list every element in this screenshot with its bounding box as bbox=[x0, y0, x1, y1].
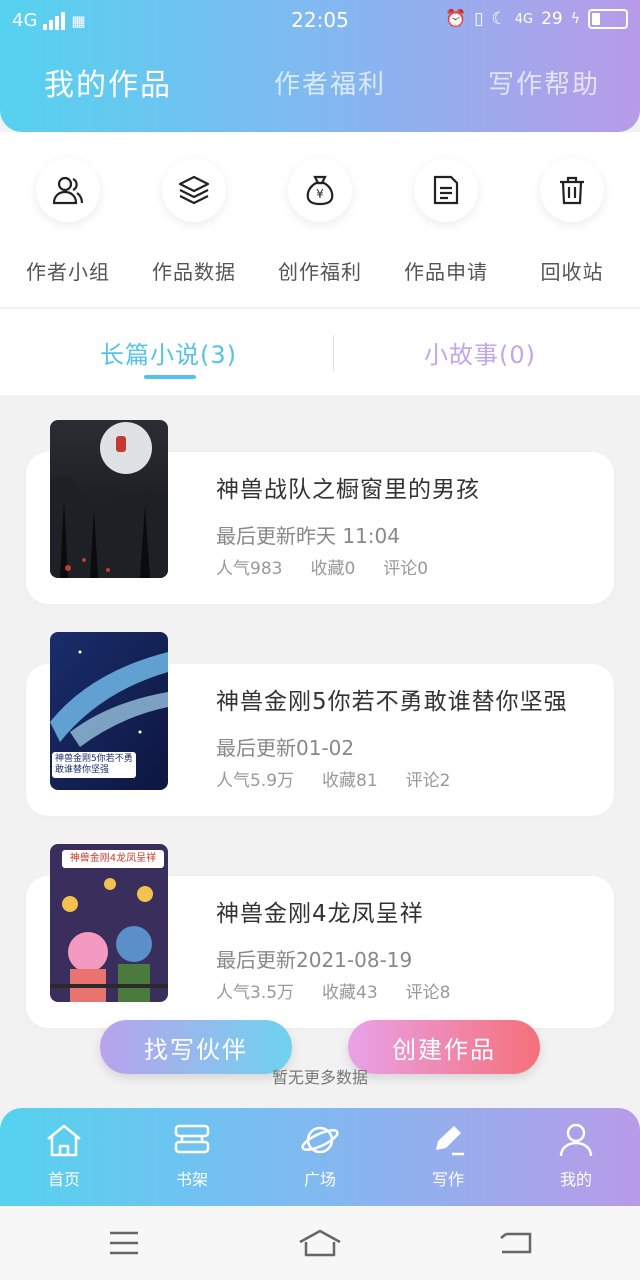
bookshelf-icon bbox=[174, 1124, 210, 1154]
right-network-label: 4G bbox=[514, 11, 534, 27]
tab-author-benefits[interactable]: 作者福利 bbox=[274, 64, 386, 101]
work-popularity: 人气983 bbox=[216, 559, 283, 579]
cover-caption: 神兽金刚5你若不勇敢谁替你坚强 bbox=[52, 752, 136, 778]
work-favorites: 收藏43 bbox=[322, 983, 378, 1003]
work-stats: 人气983 收藏0 评论0 bbox=[216, 554, 456, 579]
battery-icon bbox=[588, 9, 628, 29]
planet-icon bbox=[301, 1126, 339, 1154]
work-popularity: 人气5.9万 bbox=[216, 771, 295, 791]
battery-pct: 29 bbox=[541, 9, 563, 29]
quick-action-label: 作者小组 bbox=[26, 260, 110, 284]
no-more-data: 暂无更多数据 bbox=[271, 1068, 368, 1087]
quick-action-work-application[interactable]: 作品申请 bbox=[383, 158, 509, 285]
quick-action-recycle-bin[interactable]: 回收站 bbox=[509, 158, 635, 285]
work-favorites: 收藏0 bbox=[310, 559, 356, 579]
status-right: ⏰ ▯ ☾ 4G 29 ϟ bbox=[445, 9, 628, 29]
quick-action-label: 作品申请 bbox=[404, 260, 488, 284]
trash-icon bbox=[540, 158, 604, 222]
alarm-icon: ⏰ bbox=[444, 9, 467, 29]
charging-icon: ϟ bbox=[570, 11, 580, 27]
system-nav-bar bbox=[0, 1206, 640, 1280]
category-tabs: 长篇小说(3) 小故事(0) bbox=[0, 308, 640, 395]
tab-divider bbox=[333, 335, 334, 371]
layers-icon bbox=[162, 158, 226, 222]
app-header: 4G ▦ 22:05 ⏰ ▯ ☾ 4G 29 ϟ 我的作品 作者福利 写作帮助 bbox=[0, 0, 640, 132]
back-icon[interactable] bbox=[498, 1230, 532, 1256]
nav-label: 我的 bbox=[559, 1170, 592, 1189]
quick-action-label: 创作福利 bbox=[278, 260, 362, 284]
nav-label: 书架 bbox=[175, 1170, 208, 1189]
work-comments: 评论2 bbox=[405, 771, 451, 791]
bottom-nav: 首页 书架 广场 写作 我的 bbox=[0, 1108, 640, 1206]
cover-caption: 神兽金刚4龙凤呈祥 bbox=[62, 850, 164, 868]
quick-action-label: 作品数据 bbox=[152, 260, 236, 284]
status-bar: 4G ▦ 22:05 ⏰ ▯ ☾ 4G 29 ϟ bbox=[0, 0, 640, 42]
nav-bookshelf[interactable]: 书架 bbox=[142, 1122, 242, 1190]
work-comments: 评论8 bbox=[405, 983, 451, 1003]
user-icon bbox=[559, 1123, 593, 1157]
menu-icon[interactable] bbox=[108, 1230, 140, 1256]
work-cover[interactable]: 神兽金刚5你若不勇敢谁替你坚强 bbox=[50, 632, 168, 790]
nav-write[interactable]: 写作 bbox=[398, 1122, 498, 1190]
nav-me[interactable]: 我的 bbox=[526, 1122, 626, 1190]
pen-icon bbox=[436, 1126, 464, 1156]
home-icon bbox=[47, 1124, 81, 1157]
quick-action-label: 回收站 bbox=[540, 260, 604, 284]
work-updated: 最后更新昨天 11:04 bbox=[216, 524, 400, 548]
tab-writing-help[interactable]: 写作帮助 bbox=[488, 64, 600, 101]
header-tabs: 我的作品 作者福利 写作帮助 bbox=[0, 64, 640, 114]
work-cover[interactable]: 神兽金刚4龙凤呈祥 bbox=[50, 844, 168, 1002]
work-title: 神兽金刚4龙凤呈祥 bbox=[216, 901, 424, 927]
work-stats: 人气3.5万 收藏43 评论8 bbox=[216, 978, 479, 1003]
work-title: 神兽金刚5你若不勇敢谁替你坚强 bbox=[216, 689, 568, 715]
work-updated: 最后更新2021-08-19 bbox=[216, 948, 413, 972]
work-cover[interactable] bbox=[50, 420, 168, 578]
work-favorites: 收藏81 bbox=[322, 771, 378, 791]
nav-home[interactable]: 首页 bbox=[14, 1122, 114, 1190]
nav-plaza[interactable]: 广场 bbox=[270, 1122, 370, 1190]
nav-label: 广场 bbox=[303, 1170, 336, 1189]
quick-actions: 作者小组 作品数据 ¥ 创作福利 作品申请 回收站 bbox=[0, 132, 640, 307]
money-bag-icon: ¥ bbox=[288, 158, 352, 222]
active-tab-indicator bbox=[144, 375, 196, 379]
quick-action-author-group[interactable]: 作者小组 bbox=[5, 158, 131, 285]
work-stats: 人气5.9万 收藏81 评论2 bbox=[216, 766, 479, 791]
quick-action-work-data[interactable]: 作品数据 bbox=[131, 158, 257, 285]
document-icon bbox=[414, 158, 478, 222]
work-comments: 评论0 bbox=[383, 559, 429, 579]
svg-text:¥: ¥ bbox=[316, 187, 324, 201]
nav-label: 首页 bbox=[47, 1170, 80, 1189]
tab-long-novels[interactable]: 长篇小说(3) bbox=[100, 335, 237, 370]
tab-short-stories[interactable]: 小故事(0) bbox=[424, 335, 536, 370]
people-icon bbox=[36, 158, 100, 222]
work-popularity: 人气3.5万 bbox=[216, 983, 295, 1003]
moon-icon: ☾ bbox=[491, 9, 507, 29]
quick-action-creation-benefits[interactable]: ¥ 创作福利 bbox=[257, 158, 383, 285]
home-key-icon[interactable] bbox=[298, 1228, 342, 1258]
tab-my-works[interactable]: 我的作品 bbox=[44, 60, 172, 104]
vibrate-icon: ▯ bbox=[474, 9, 484, 29]
work-title: 神兽战队之橱窗里的男孩 bbox=[216, 477, 480, 503]
work-updated: 最后更新01-02 bbox=[216, 736, 355, 760]
nav-label: 写作 bbox=[431, 1170, 464, 1189]
